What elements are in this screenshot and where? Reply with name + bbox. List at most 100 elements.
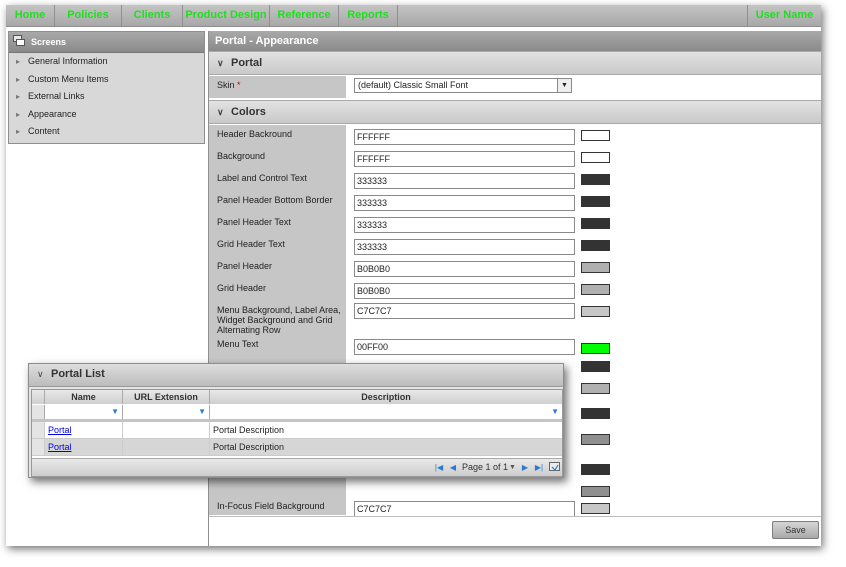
screen-item-external-links[interactable]: ▸ External Links	[9, 88, 204, 106]
portal-link[interactable]: Portal	[48, 425, 72, 435]
color-input[interactable]: 333333	[354, 195, 575, 211]
color-label: Background	[209, 147, 346, 169]
color-swatch[interactable]	[581, 383, 610, 394]
cell-url-extension	[123, 439, 210, 455]
screen-item-general-information[interactable]: ▸ General Information	[9, 53, 204, 71]
cell-description: Portal Description	[213, 425, 285, 435]
filter-corner	[32, 405, 45, 419]
prev-page-icon[interactable]: ◀	[448, 461, 458, 474]
color-swatch[interactable]	[581, 152, 610, 163]
column-header-description[interactable]: Description	[210, 390, 562, 404]
next-page-icon[interactable]: ▶	[520, 461, 530, 474]
funnel-icon[interactable]: ▼	[198, 407, 206, 416]
color-swatch[interactable]	[581, 464, 610, 475]
nav-policies[interactable]: Policies	[55, 5, 122, 26]
cell-url-extension	[123, 422, 210, 438]
screen-item-label: Appearance	[28, 108, 77, 119]
color-input[interactable]: FFFFFF	[354, 129, 575, 145]
chevron-down-icon: ∨	[217, 107, 224, 117]
nav-product-design[interactable]: Product Design	[183, 5, 270, 26]
color-row: Header Backround FFFFFF	[209, 125, 821, 147]
screen-item-content[interactable]: ▸ Content	[9, 123, 204, 141]
color-swatch[interactable]	[581, 343, 610, 354]
screen-item-label: Content	[28, 126, 60, 137]
column-header-name[interactable]: Name	[45, 390, 123, 404]
color-swatch[interactable]	[581, 503, 610, 514]
color-swatch[interactable]	[581, 361, 610, 372]
filter-url-extension[interactable]: ▼	[123, 405, 210, 419]
color-swatch[interactable]	[581, 218, 610, 229]
color-row: Grid Header Text 333333	[209, 235, 821, 257]
color-input[interactable]: C7C7C7	[354, 501, 575, 517]
screen-item-appearance[interactable]: ▸ Appearance	[9, 106, 204, 124]
color-input[interactable]: B0B0B0	[354, 283, 575, 299]
chevron-down-icon: ∨	[217, 58, 224, 68]
color-swatch[interactable]	[581, 434, 610, 445]
portal-list-header[interactable]: ∨ Portal List	[29, 364, 563, 387]
portal-link[interactable]: Portal	[48, 442, 72, 452]
screen-item-label: Custom Menu Items	[28, 73, 109, 84]
screens-panel: Screens ▸ General Information ▸ Custom Men…	[8, 31, 205, 144]
color-row: Menu Background, Label Area, Widget Back…	[209, 301, 821, 335]
color-swatch[interactable]	[581, 408, 610, 419]
color-swatch[interactable]	[581, 262, 610, 273]
chevron-right-icon: ▸	[16, 109, 21, 119]
color-row: Label and Control Text 333333	[209, 169, 821, 191]
color-swatch[interactable]	[581, 486, 610, 497]
column-header-url-extension[interactable]: URL Extension	[123, 390, 210, 404]
color-swatch[interactable]	[581, 174, 610, 185]
nav-reports[interactable]: Reports	[339, 5, 398, 26]
color-label: Panel Header Text	[209, 213, 346, 235]
color-swatch[interactable]	[581, 130, 610, 141]
funnel-icon[interactable]: ▼	[111, 407, 119, 416]
required-marker: *	[237, 80, 241, 90]
table-row[interactable]: Portal Portal Description	[32, 422, 562, 439]
color-swatch[interactable]	[581, 196, 610, 207]
funnel-icon[interactable]: ▼	[551, 407, 559, 416]
color-row: Grid Header B0B0B0	[209, 279, 821, 301]
color-label: Panel Header	[209, 257, 346, 279]
page-dropdown-icon[interactable]: ▼	[509, 461, 516, 474]
color-swatch[interactable]	[581, 284, 610, 295]
portal-section-header[interactable]: ∨ Portal	[209, 51, 821, 75]
save-button[interactable]: Save	[772, 521, 819, 539]
color-label: Menu Background, Label Area, Widget Back…	[209, 301, 346, 335]
color-row: Background FFFFFF	[209, 147, 821, 169]
chevron-down-icon: ∨	[37, 369, 44, 379]
caret-down-icon: ▼	[561, 82, 568, 89]
screen-item-custom-menu-items[interactable]: ▸ Custom Menu Items	[9, 71, 204, 89]
skin-select[interactable]: (default) Classic Small Font	[354, 78, 558, 93]
color-label	[209, 483, 346, 497]
grid-pager: |◀ ◀ Page 1 of 1 ▼ ▶ ▶|	[32, 458, 562, 476]
color-input[interactable]: 333333	[354, 217, 575, 233]
filter-name[interactable]: ▼	[45, 405, 123, 419]
color-input[interactable]: B0B0B0	[354, 261, 575, 277]
screen-item-label: External Links	[28, 91, 85, 102]
color-row: In-Focus Field Background C7C7C7	[209, 497, 821, 517]
colors-section-header[interactable]: ∨ Colors	[209, 100, 821, 124]
nav-reference[interactable]: Reference	[270, 5, 339, 26]
skin-dropdown-button[interactable]: ▼	[557, 78, 572, 93]
color-swatch[interactable]	[581, 240, 610, 251]
page-indicator: Page 1 of 1	[462, 462, 509, 472]
color-input[interactable]: 333333	[354, 173, 575, 189]
user-name-menu[interactable]: User Name	[747, 5, 821, 26]
nav-clients[interactable]: Clients	[122, 5, 183, 26]
color-label: In-Focus Field Background	[209, 497, 346, 515]
filter-description[interactable]: ▼	[210, 405, 562, 419]
color-input[interactable]: 333333	[354, 239, 575, 255]
grid-corner	[32, 390, 45, 404]
color-input[interactable]: FFFFFF	[354, 151, 575, 167]
last-page-icon[interactable]: ▶|	[534, 461, 544, 474]
color-swatch[interactable]	[581, 306, 610, 317]
export-icon[interactable]	[549, 462, 560, 473]
color-input[interactable]: C7C7C7	[354, 303, 575, 319]
color-input[interactable]: 00FF00	[354, 339, 575, 355]
nav-home[interactable]: Home	[6, 5, 55, 26]
color-row: Panel Header B0B0B0	[209, 257, 821, 279]
row-indicator	[32, 439, 45, 455]
table-row[interactable]: Portal Portal Description	[32, 439, 562, 456]
color-label: Menu Text	[209, 335, 346, 357]
skin-label: Skin *	[209, 76, 346, 98]
first-page-icon[interactable]: |◀	[434, 461, 444, 474]
